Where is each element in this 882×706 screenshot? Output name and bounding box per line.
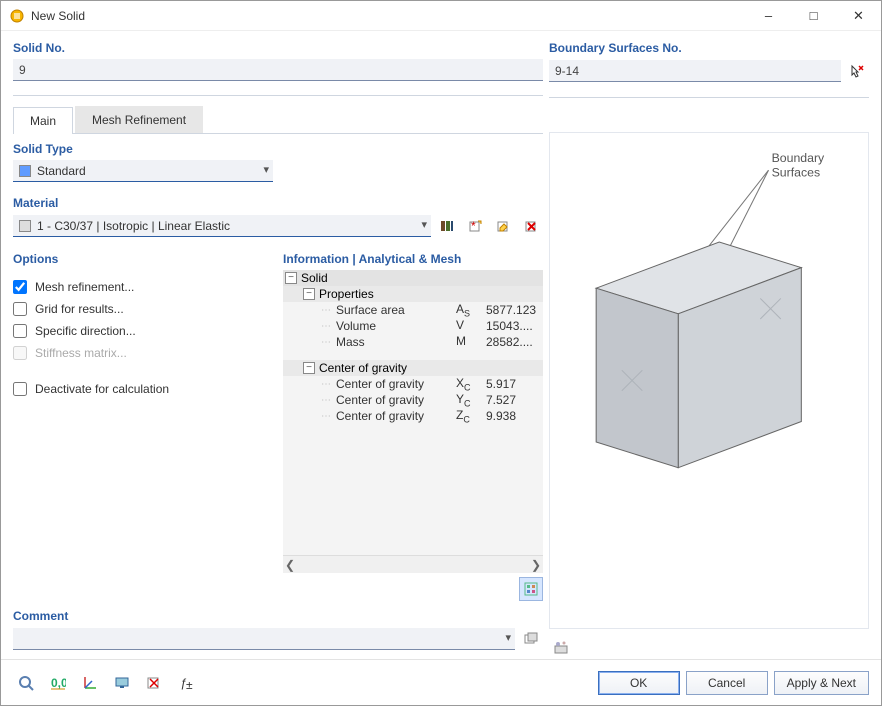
material-swatch	[19, 220, 31, 232]
material-value: 1 - C30/37 | Isotropic | Linear Elastic	[37, 219, 230, 233]
apply-next-button[interactable]: Apply & Next	[774, 671, 869, 695]
solid-type-label: Solid Type	[13, 142, 273, 156]
tree-node-cog[interactable]: −Center of gravity	[283, 360, 543, 376]
preview-annotation: Boundary	[772, 151, 825, 165]
maximize-button[interactable]: □	[791, 1, 836, 31]
collapse-icon[interactable]: −	[303, 288, 315, 300]
opt-mesh-refinement[interactable]: Mesh refinement...	[13, 276, 273, 298]
chevron-down-icon: ▾	[263, 163, 269, 176]
solid-no-input[interactable]	[13, 59, 543, 81]
surfaces-input[interactable]	[549, 60, 841, 82]
tree-row-cog-x: ⋯Center of gravityXC5.917	[283, 376, 543, 392]
tree-row-cog-z: ⋯Center of gravityZC9.938	[283, 408, 543, 424]
info-units-button[interactable]	[519, 577, 543, 601]
opt-stiffness-matrix-checkbox	[13, 346, 27, 360]
scroll-left-icon[interactable]: ❮	[285, 558, 295, 572]
comment-pick-button[interactable]	[519, 627, 543, 651]
material-library-button[interactable]	[435, 214, 459, 238]
tree-row-surface-area: ⋯Surface areaAS5877.123	[283, 302, 543, 318]
options-label: Options	[13, 252, 273, 266]
collapse-icon[interactable]: −	[303, 362, 315, 374]
tab-mesh-refinement[interactable]: Mesh Refinement	[75, 106, 203, 133]
solid-type-swatch	[19, 165, 31, 177]
tree-row-mass: ⋯MassM28582....	[283, 334, 543, 350]
tab-main[interactable]: Main	[13, 107, 73, 134]
svg-text:±: ±	[186, 678, 193, 691]
solid-no-label: Solid No.	[13, 41, 543, 55]
preview-annotation: Surfaces	[772, 165, 821, 179]
opt-specific-direction[interactable]: Specific direction...	[13, 320, 273, 342]
display-button[interactable]	[109, 670, 135, 696]
tree-row-cog-y: ⋯Center of gravityYC7.527	[283, 392, 543, 408]
opt-grid-results[interactable]: Grid for results...	[13, 298, 273, 320]
material-label: Material	[13, 196, 543, 210]
material-edit-button[interactable]	[491, 214, 515, 238]
axes-button[interactable]	[77, 670, 103, 696]
collapse-icon[interactable]: −	[285, 272, 297, 284]
cancel-button[interactable]: Cancel	[686, 671, 768, 695]
info-label: Information | Analytical & Mesh	[283, 252, 543, 266]
svg-text:*: *	[471, 219, 476, 233]
help-button[interactable]	[13, 670, 39, 696]
solid-type-select[interactable]: Standard ▾	[13, 160, 273, 182]
scroll-right-icon[interactable]: ❯	[531, 558, 541, 572]
minimize-button[interactable]: –	[746, 1, 791, 31]
opt-specific-direction-checkbox[interactable]	[13, 324, 27, 338]
opt-stiffness-matrix: Stiffness matrix...	[13, 342, 273, 364]
app-icon	[9, 8, 25, 24]
comment-label: Comment	[13, 609, 543, 623]
material-new-button[interactable]: *	[463, 214, 487, 238]
info-hscrollbar[interactable]: ❮❯	[283, 555, 543, 573]
opt-mesh-refinement-checkbox[interactable]	[13, 280, 27, 294]
window-title: New Solid	[31, 9, 746, 23]
material-select[interactable]: 1 - C30/37 | Isotropic | Linear Elastic …	[13, 215, 431, 237]
material-delete-button[interactable]	[519, 214, 543, 238]
surfaces-pick-button[interactable]	[845, 59, 869, 83]
close-button[interactable]: ✕	[836, 1, 881, 31]
reset-button[interactable]	[141, 670, 167, 696]
svg-text:0,00: 0,00	[51, 676, 66, 690]
opt-grid-results-checkbox[interactable]	[13, 302, 27, 316]
function-button[interactable]: ƒ±	[173, 670, 199, 696]
tree-row-volume: ⋯VolumeV15043....	[283, 318, 543, 334]
surfaces-label: Boundary Surfaces No.	[549, 41, 869, 55]
opt-deactivate-checkbox[interactable]	[13, 382, 27, 396]
info-tree[interactable]: −Solid −Properties ⋯Surface areaAS5877.1…	[283, 270, 543, 555]
preview-panel[interactable]: Boundary Surfaces	[549, 132, 869, 629]
chevron-down-icon: ▾	[421, 218, 427, 231]
comment-input[interactable]: ▾	[13, 628, 515, 650]
ok-button[interactable]: OK	[598, 671, 680, 695]
opt-deactivate[interactable]: Deactivate for calculation	[13, 378, 273, 400]
tree-node-solid[interactable]: −Solid	[283, 270, 543, 286]
tree-node-properties[interactable]: −Properties	[283, 286, 543, 302]
solid-type-value: Standard	[37, 164, 86, 178]
preview-settings-button[interactable]	[549, 635, 573, 659]
footer: 0,00 ƒ± OK Cancel Apply & Next	[1, 659, 881, 705]
title-bar: New Solid – □ ✕	[1, 1, 881, 31]
tab-bar: Main Mesh Refinement	[13, 106, 543, 134]
units-button[interactable]: 0,00	[45, 670, 71, 696]
chevron-down-icon: ▾	[505, 631, 511, 644]
